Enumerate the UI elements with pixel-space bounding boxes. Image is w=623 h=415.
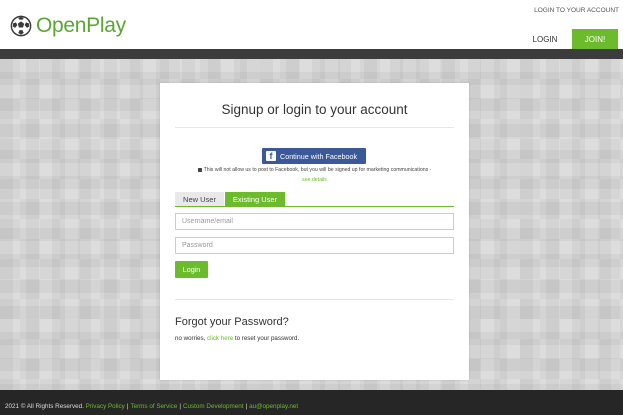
contact-email-link[interactable]: au@openplay.net	[249, 403, 298, 410]
facebook-icon: f	[266, 151, 276, 161]
logo-text: OpenPlay	[36, 14, 126, 37]
site-header: OpenPlay LOGIN TO YOUR ACCOUNT LOGIN JOI…	[0, 0, 623, 50]
soccer-ball-icon	[10, 15, 32, 37]
facebook-note: This will not allow us to post to Facebo…	[160, 167, 469, 173]
nav-join-button[interactable]: JOIN!	[572, 29, 618, 50]
copyright-text: 2021 © All Rights Reserved.	[5, 403, 84, 410]
tab-existing-user[interactable]: Existing User	[225, 192, 285, 206]
footer-separator: |	[126, 403, 129, 410]
tab-new-user[interactable]: New User	[175, 192, 224, 206]
auth-card: Signup or login to your account f Contin…	[160, 83, 469, 380]
password-input[interactable]: Password	[175, 237, 454, 254]
nav-login-link[interactable]: LOGIN	[522, 30, 568, 49]
lock-icon	[197, 167, 202, 172]
terms-of-service-link[interactable]: Terms of Service	[130, 403, 177, 410]
footer-separator: |	[245, 403, 248, 410]
header-divider-bar	[0, 49, 623, 59]
login-button[interactable]: Login	[175, 261, 208, 278]
auth-tabs: New User Existing User	[175, 192, 454, 207]
facebook-button-label: Continue with Facebook	[280, 151, 358, 161]
custom-development-link[interactable]: Custom Development	[183, 403, 244, 410]
facebook-note-text: This will not allow us to post to Facebo…	[203, 167, 432, 173]
site-footer: 2021 © All Rights Reserved. Privacy Poli…	[0, 390, 623, 415]
facebook-login-button[interactable]: f Continue with Facebook	[262, 148, 366, 164]
page-title: Signup or login to your account	[221, 102, 408, 117]
divider	[175, 127, 454, 128]
forgot-password-heading: Forgot your Password?	[175, 316, 289, 328]
forgot-password-text: no worries, click here to reset your pas…	[175, 335, 299, 342]
footer-text: 2021 © All Rights Reserved. Privacy Poli…	[5, 403, 298, 410]
see-details-link[interactable]: see details	[160, 177, 469, 183]
forgot-prefix: no worries,	[175, 335, 206, 342]
footer-separator: |	[179, 403, 181, 410]
divider	[175, 299, 454, 300]
username-input[interactable]: Username/email	[175, 213, 454, 230]
reset-password-link[interactable]: click here	[207, 335, 233, 342]
site-logo[interactable]: OpenPlay	[10, 14, 126, 38]
forgot-suffix: to reset your password.	[234, 335, 300, 342]
login-to-account-link[interactable]: LOGIN TO YOUR ACCOUNT	[534, 7, 619, 14]
privacy-policy-link[interactable]: Privacy Policy	[86, 403, 125, 410]
